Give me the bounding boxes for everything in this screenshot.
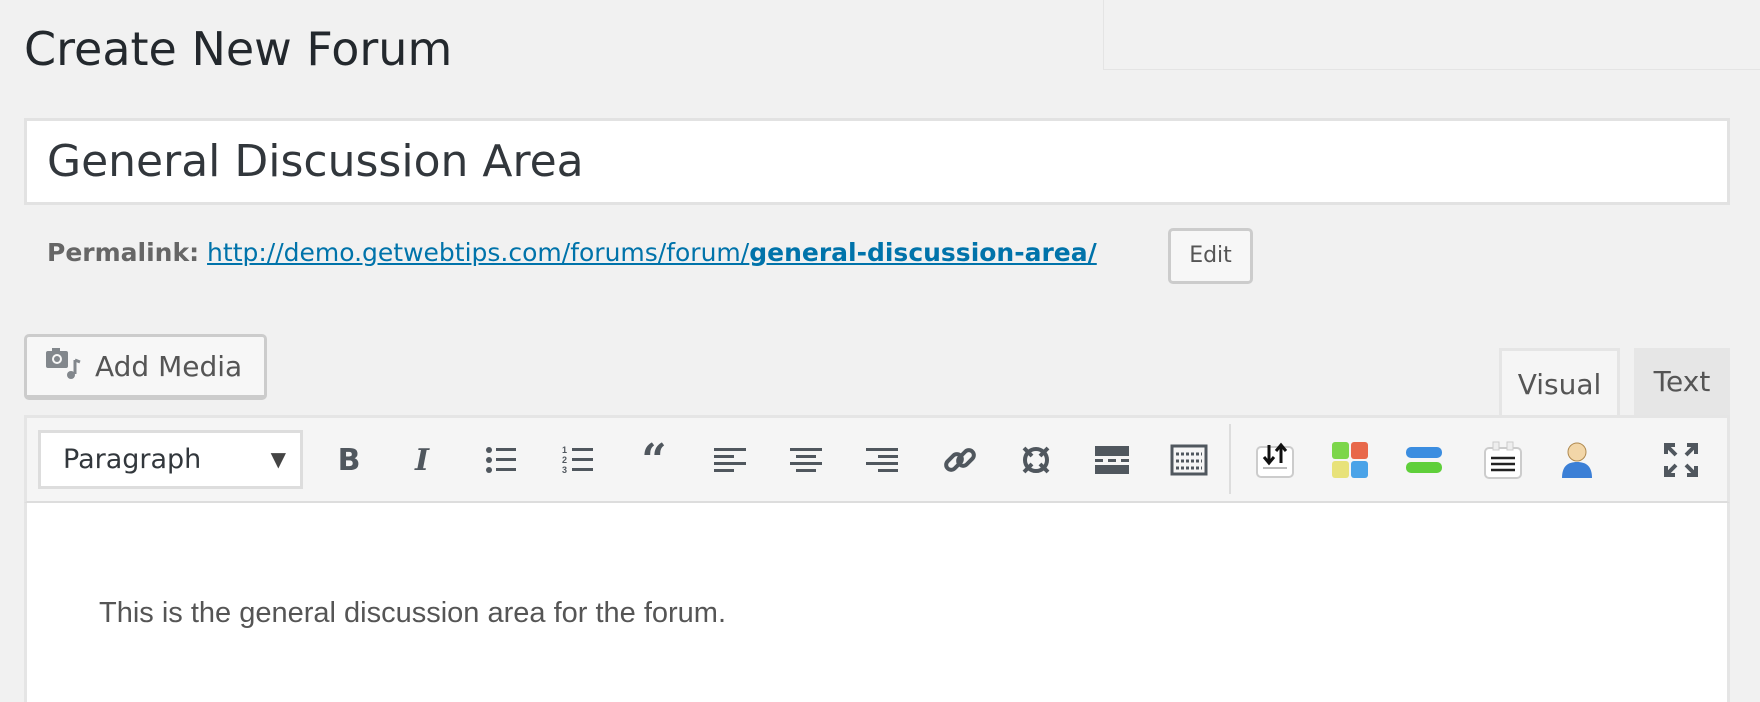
svg-text:2: 2 [562, 455, 567, 465]
link-icon[interactable] [938, 440, 982, 480]
bold-icon[interactable]: B [327, 440, 371, 480]
editor-content-text[interactable]: This is the general discussion area for … [99, 597, 726, 630]
align-center-icon[interactable] [784, 440, 828, 480]
upload-icon[interactable] [1253, 440, 1297, 480]
italic-icon[interactable]: I [400, 440, 444, 480]
numbered-list-icon[interactable]: 123 [556, 440, 600, 480]
blockquote-icon[interactable]: “ [632, 435, 676, 486]
align-left-icon[interactable] [708, 440, 752, 480]
permalink-link[interactable]: http://demo.getwebtips.com/forums/forum/… [207, 238, 1097, 267]
color-grid-icon[interactable] [1328, 440, 1372, 480]
align-right-icon[interactable] [860, 440, 904, 480]
user-icon[interactable] [1555, 440, 1599, 480]
toolbar-separator [1229, 424, 1231, 494]
read-more-icon[interactable] [1090, 440, 1134, 480]
forum-title-input[interactable]: General Discussion Area [24, 118, 1730, 205]
bulleted-list-icon[interactable] [479, 440, 523, 480]
add-media-label: Add Media [95, 349, 243, 383]
clipboard-icon[interactable] [1481, 440, 1525, 480]
permalink-base: http://demo.getwebtips.com/forums/forum/ [207, 238, 750, 267]
permalink-row: Permalink: http://demo.getwebtips.com/fo… [47, 238, 1097, 267]
svg-text:1: 1 [562, 445, 567, 455]
toggle-bars-icon[interactable] [1402, 440, 1446, 480]
toolbar-toggle-icon[interactable] [1167, 440, 1211, 480]
permalink-slug: general-discussion-area/ [749, 238, 1097, 267]
permalink-label: Permalink: [47, 238, 200, 267]
tab-visual[interactable]: Visual [1499, 348, 1620, 416]
media-icon [45, 346, 81, 387]
tab-text[interactable]: Text [1634, 348, 1730, 416]
edit-permalink-button[interactable]: Edit [1168, 228, 1253, 284]
format-select-value: Paragraph [63, 444, 202, 475]
unlink-icon[interactable] [1014, 440, 1058, 480]
add-media-button[interactable]: Add Media [24, 334, 267, 400]
svg-text:3: 3 [562, 465, 567, 475]
chevron-down-icon: ▼ [270, 447, 286, 471]
fullscreen-icon[interactable] [1659, 440, 1703, 480]
format-select[interactable]: Paragraph ▼ [38, 430, 303, 489]
page-title: Create New Forum [24, 22, 453, 76]
top-right-panel [1103, 0, 1760, 70]
